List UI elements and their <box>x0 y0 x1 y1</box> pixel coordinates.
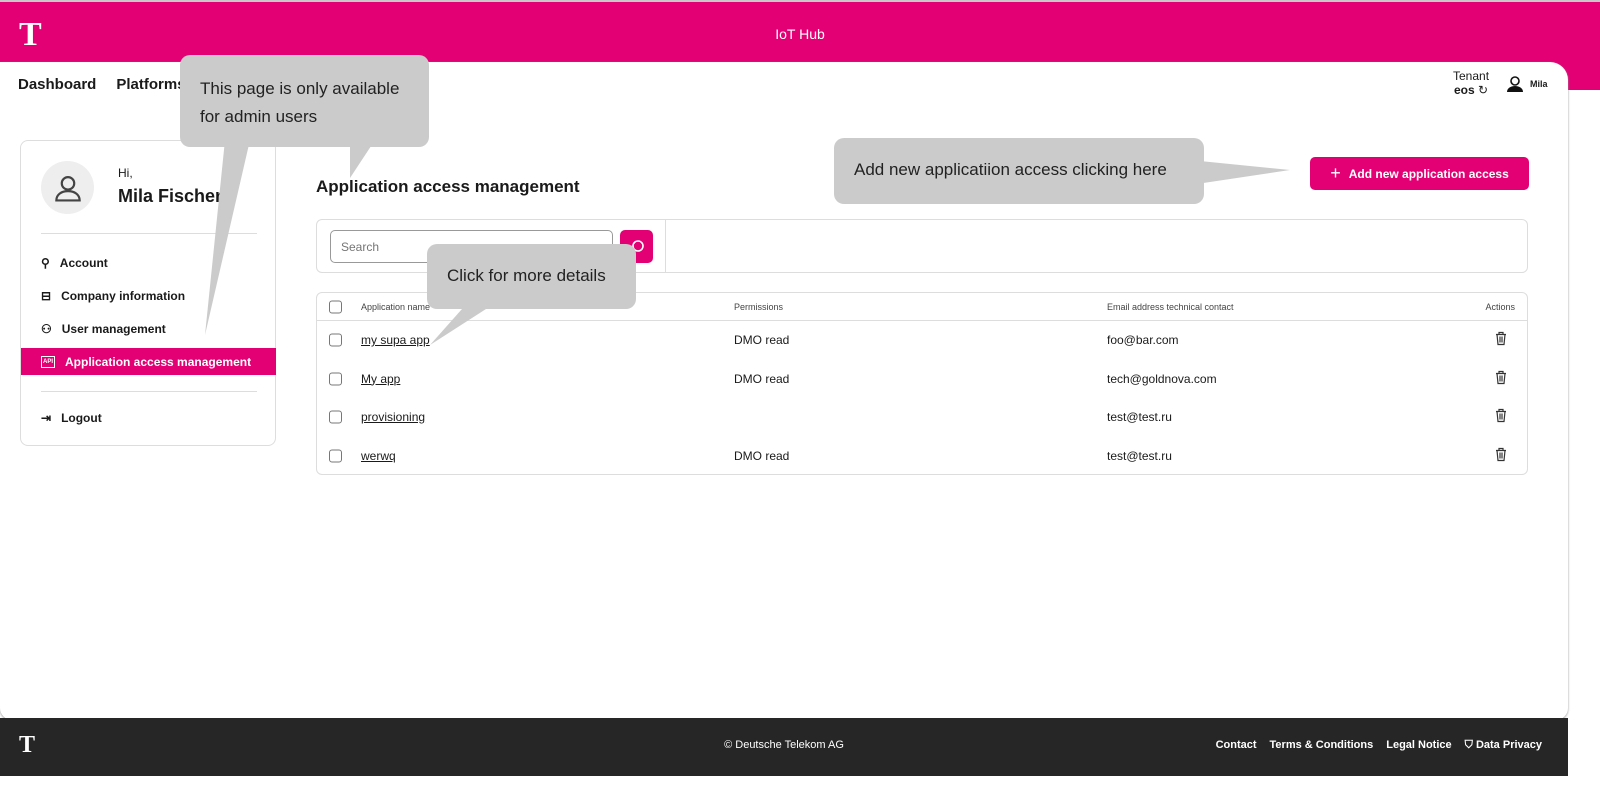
application-name-link[interactable]: provisioning <box>361 410 425 424</box>
row-checkbox[interactable] <box>329 410 342 424</box>
details-callout: Click for more details <box>427 244 636 309</box>
row-checkbox[interactable] <box>329 449 342 462</box>
logout-label: Logout <box>61 410 102 425</box>
permissions: DMO read <box>734 448 790 463</box>
footer: T © Deutsche Telekom AG Contact Terms & … <box>0 718 1568 776</box>
logout-button[interactable]: ⇥ Logout <box>21 404 276 431</box>
application-name-link[interactable]: werwq <box>361 449 396 463</box>
footer-link-privacy[interactable]: ⛉ Data Privacy <box>1465 739 1542 752</box>
table-row: provisioning test@test.ru <box>317 398 1527 436</box>
add-callout: Add new applicatiion access clicking her… <box>834 138 1204 204</box>
footer-link-terms[interactable]: Terms & Conditions <box>1270 739 1374 752</box>
delete-button[interactable] <box>1495 408 1507 426</box>
email: test@test.ru <box>1107 448 1172 463</box>
add-callout-pointer <box>1190 160 1290 185</box>
privacy-label: Data Privacy <box>1475 739 1542 751</box>
admin-callout: This page is only available for admin us… <box>180 55 429 147</box>
shield-icon: ⛉ <box>1464 739 1473 751</box>
trash-icon <box>1496 447 1506 461</box>
trash-icon <box>1496 408 1506 423</box>
footer-link-legal[interactable]: Legal Notice <box>1386 739 1451 752</box>
delete-button[interactable] <box>1495 447 1507 464</box>
admin-callout-pointer <box>205 140 250 335</box>
footer-link-contact[interactable]: Contact <box>1216 739 1257 752</box>
email: test@test.ru <box>1107 410 1172 424</box>
logout-icon: ⇥ <box>41 410 52 425</box>
table-row: werwq DMO read test@test.ru <box>317 437 1527 475</box>
